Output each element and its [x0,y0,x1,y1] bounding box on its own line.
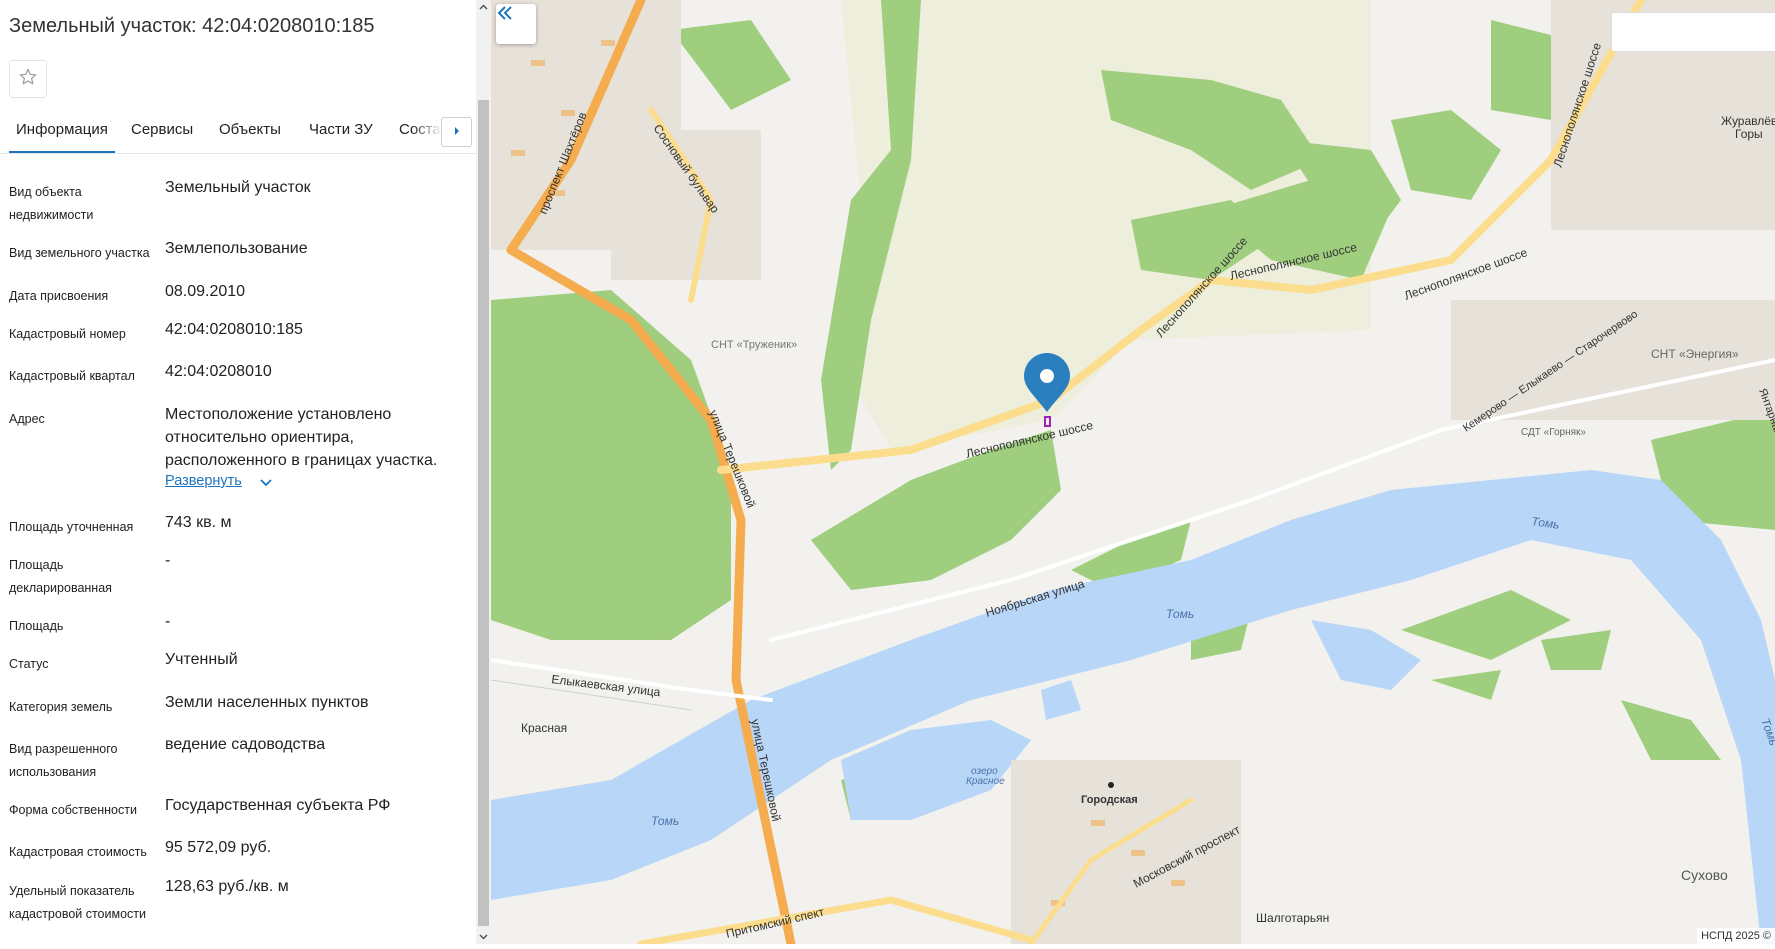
map-label: СНТ «Труженик» [711,339,797,351]
tab-services[interactable]: Сервисы [131,121,193,153]
field-label: Площадь декларированная [9,558,112,595]
field-value: Землепользование [165,240,308,257]
field-label: Вид земельного участка [9,246,150,260]
field-value: - [165,613,171,630]
map-attribution: НСПД 2025 © [1697,928,1775,944]
field-value: 42:04:0208010 [165,363,272,380]
field-label: Вид разрешенного использования [9,742,118,779]
info-panel: Земельный участок: 42:04:0208010:185 Инф… [0,0,476,944]
map-label: СНТ «Энергия» [1651,347,1739,361]
field-label: Удельный показатель кадастровой стоимост… [9,884,146,921]
panel-scrollbar[interactable] [476,0,491,944]
scroll-up-arrow-icon[interactable] [476,0,491,15]
field-value: 08.09.2010 [165,283,246,300]
field-label: Кадастровый квартал [9,369,135,383]
favorite-button[interactable] [9,60,47,98]
tab-parts[interactable]: Части ЗУ [309,121,373,153]
field-value: Земли населенных пунктов [165,694,369,711]
map-search-box[interactable] [1611,12,1775,52]
map-view[interactable]: проспект Шахтёров Сосновый бульвар СНТ «… [491,0,1775,944]
field-value: 42:04:0208010:185 [165,321,303,338]
collapse-panel-button[interactable] [496,4,536,44]
expand-link[interactable]: Развернуть [165,473,242,489]
field-label: Дата присвоения [9,289,109,303]
field-value: Государственная субъекта РФ [165,797,391,814]
map-label: Красная [521,721,567,735]
star-icon [18,67,38,92]
field-value: 743 кв. м [165,514,232,531]
field-label: Площадь [9,619,64,633]
caret-right-icon [453,123,461,141]
tab-bar: Информация Сервисы Объекты Части ЗУ Сост… [0,112,476,154]
field-value: Местоположение установлено относительно … [165,406,438,469]
map-label: СДТ «Горняк» [1521,427,1586,438]
map-label: Леснополянское шоссе [1402,245,1529,303]
map-canvas[interactable]: проспект Шахтёров Сосновый бульвар СНТ «… [491,0,1775,944]
map-label: Притомский спект [725,905,826,941]
map-label: Красное [966,776,1005,787]
field-value: 128,63 руб./кв. м [165,878,289,895]
field-value: Учтенный [165,651,238,668]
field-label: Кадастровый номер [9,327,126,341]
field-value: Земельный участок [165,179,311,196]
map-label: Горы [1735,127,1763,141]
tab-info[interactable]: Информация [9,121,115,153]
tabs-scroll-right-button[interactable] [441,117,472,147]
map-label: Сухово [1681,867,1728,883]
field-value: - [165,552,171,569]
field-value: 95 572,09 руб. [165,839,272,856]
page-title: Земельный участок: 42:04:0208010:185 [9,15,375,37]
field-label: Вид объекта недвижимости [9,185,94,222]
map-label: Шалготарьян [1256,911,1329,925]
map-label: Городская [1081,794,1138,806]
field-label: Категория земель [9,700,113,714]
scroll-down-arrow-icon[interactable] [476,929,491,944]
field-label: Площадь уточненная [9,520,134,534]
scrollbar-thumb[interactable] [478,100,489,926]
chevron-down-icon[interactable] [259,475,273,493]
tab-objects[interactable]: Объекты [219,121,281,153]
map-label: Журавлёвы [1721,114,1775,128]
field-label: Форма собственности [9,803,137,817]
map-label: Томь [1166,607,1194,621]
field-label: Кадастровая стоимость [9,845,147,859]
field-label: Адрес [9,412,45,426]
tabs-fade [412,112,442,152]
map-label: Томь [651,814,679,828]
field-label: Статус [9,657,49,671]
field-value: ведение садоводства [165,736,326,753]
